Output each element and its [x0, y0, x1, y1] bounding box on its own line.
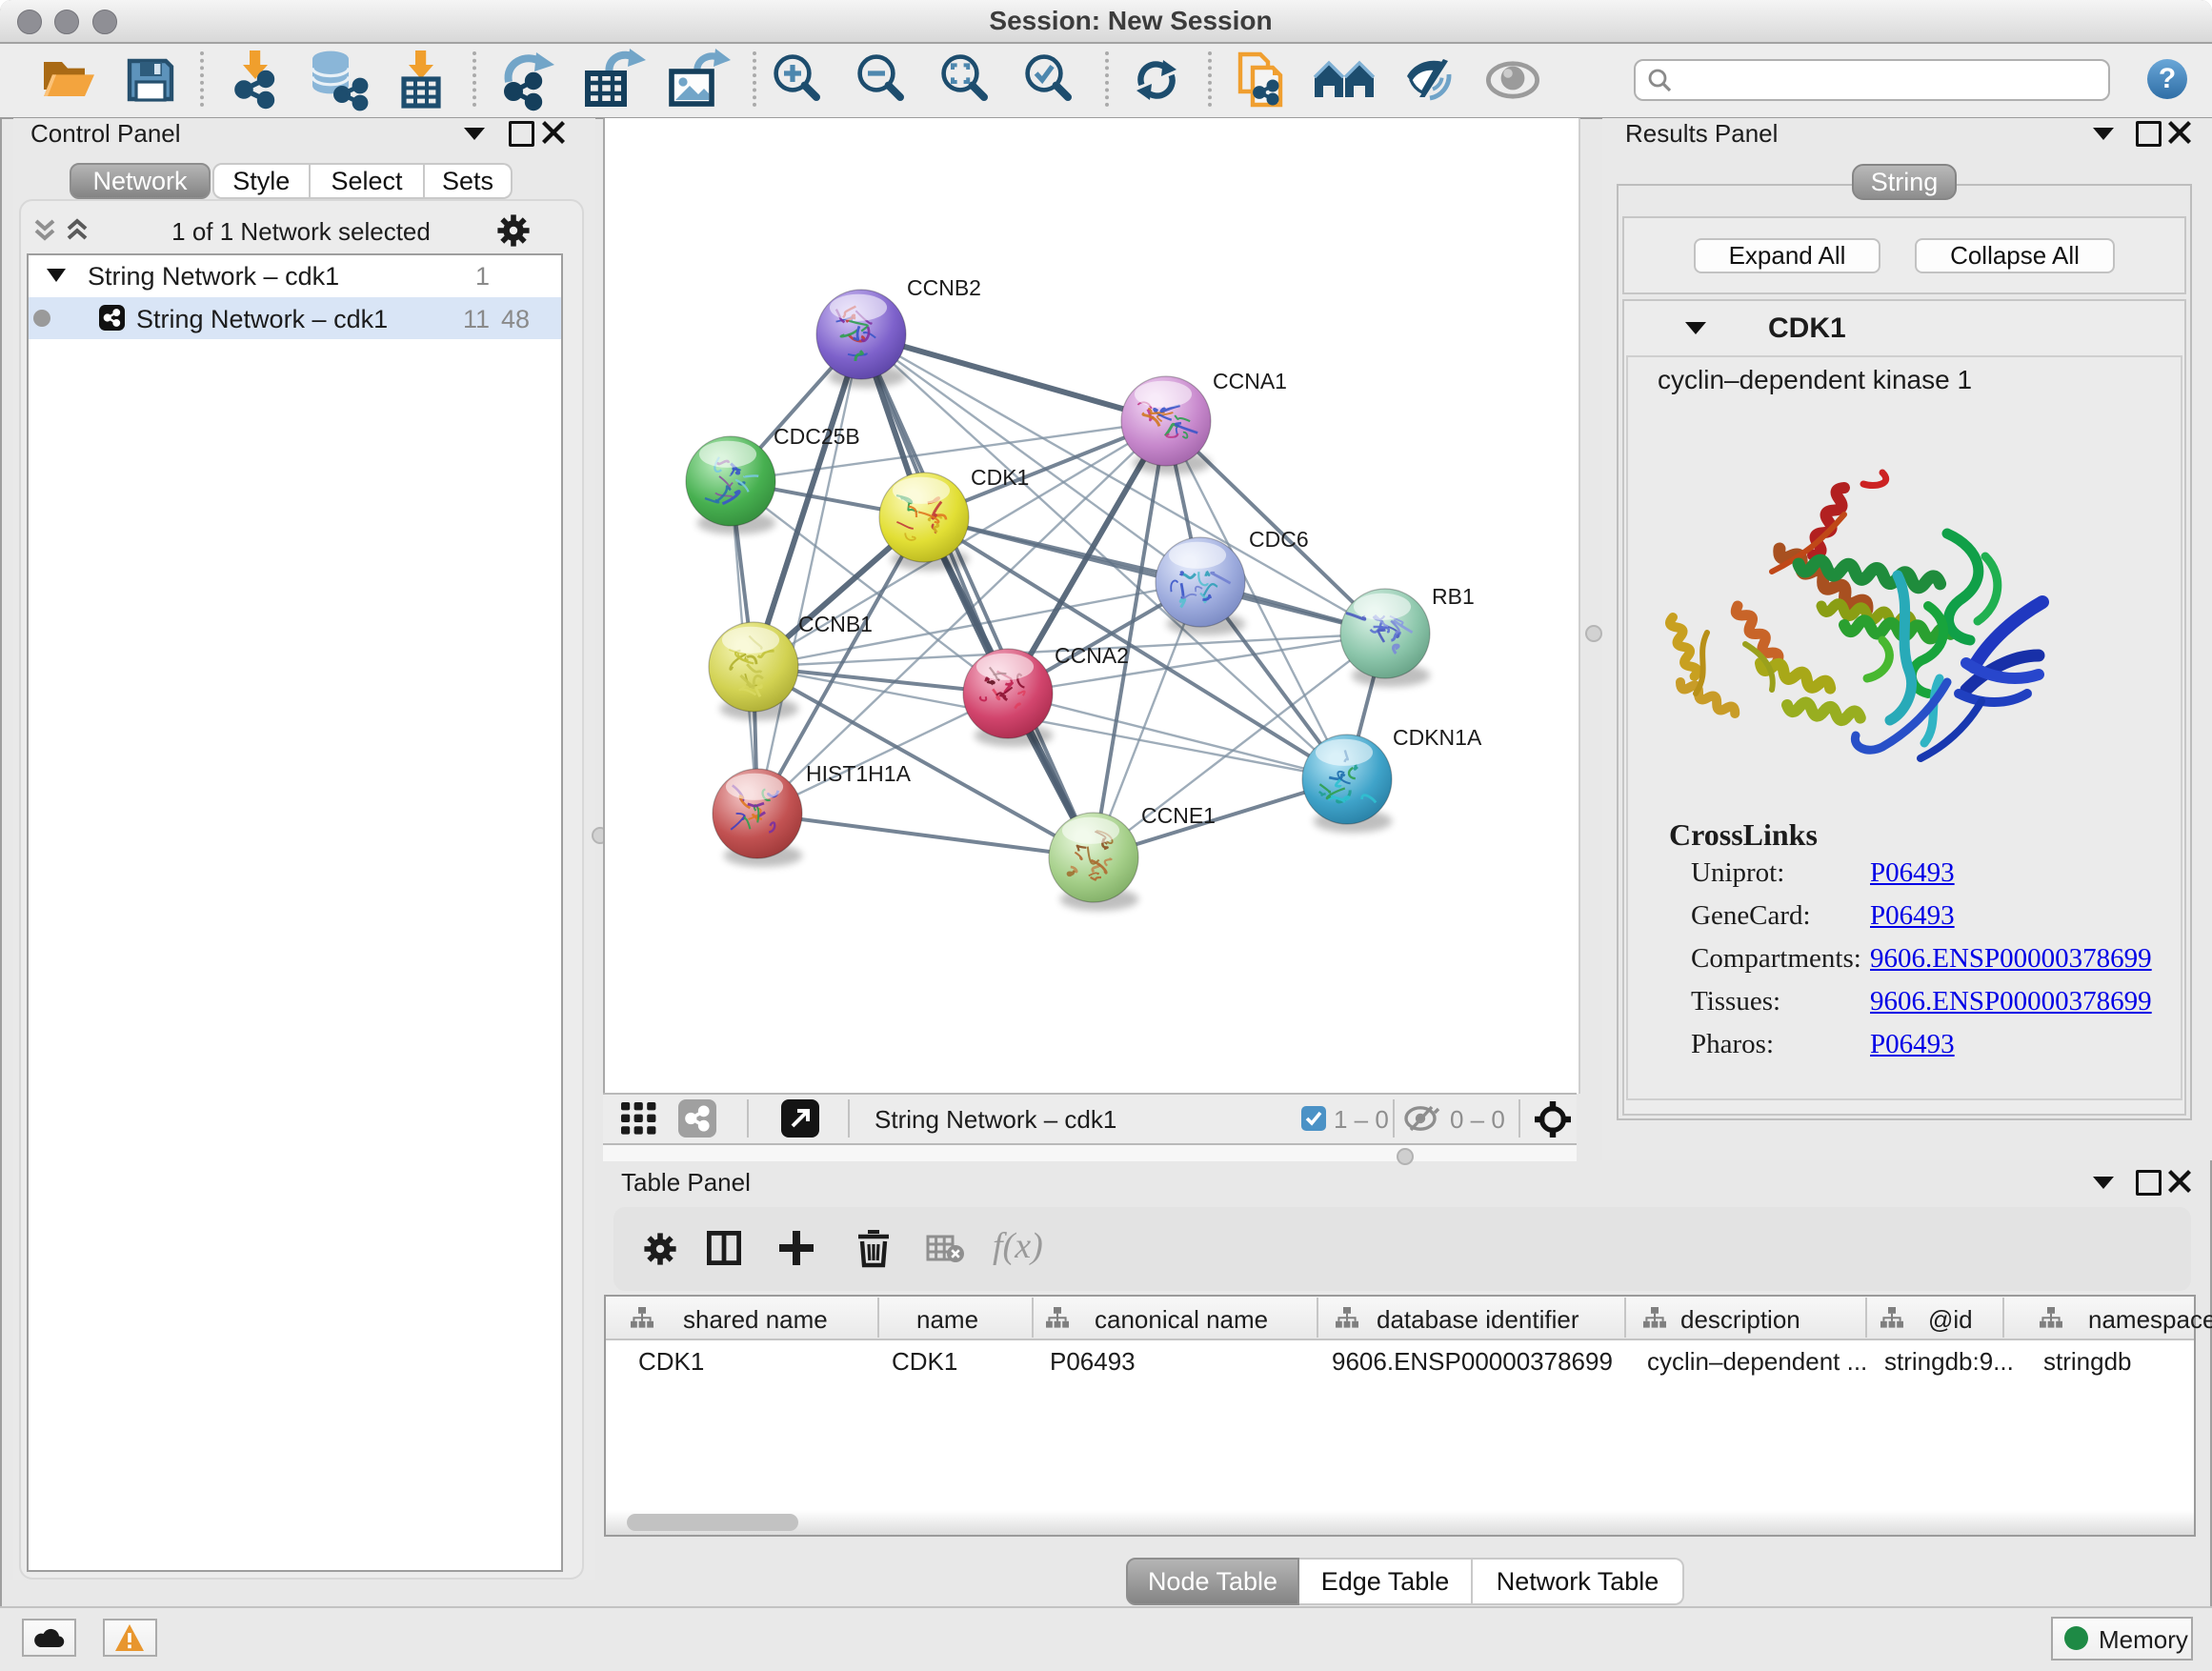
svg-text:CCNB1: CCNB1 [798, 612, 873, 636]
svg-text:CDC6: CDC6 [1249, 527, 1309, 552]
svg-text:RB1: RB1 [1432, 584, 1475, 609]
svg-text:CCNE1: CCNE1 [1141, 803, 1216, 828]
svg-text:CCNB2: CCNB2 [907, 275, 981, 300]
svg-text:CDKN1A: CDKN1A [1393, 725, 1482, 750]
svg-text:CCNA2: CCNA2 [1055, 643, 1129, 668]
svg-text:HIST1H1A: HIST1H1A [806, 761, 912, 786]
svg-text:CDC25B: CDC25B [774, 424, 860, 449]
svg-text:CDK1: CDK1 [971, 465, 1029, 490]
svg-text:CCNA1: CCNA1 [1213, 369, 1287, 393]
